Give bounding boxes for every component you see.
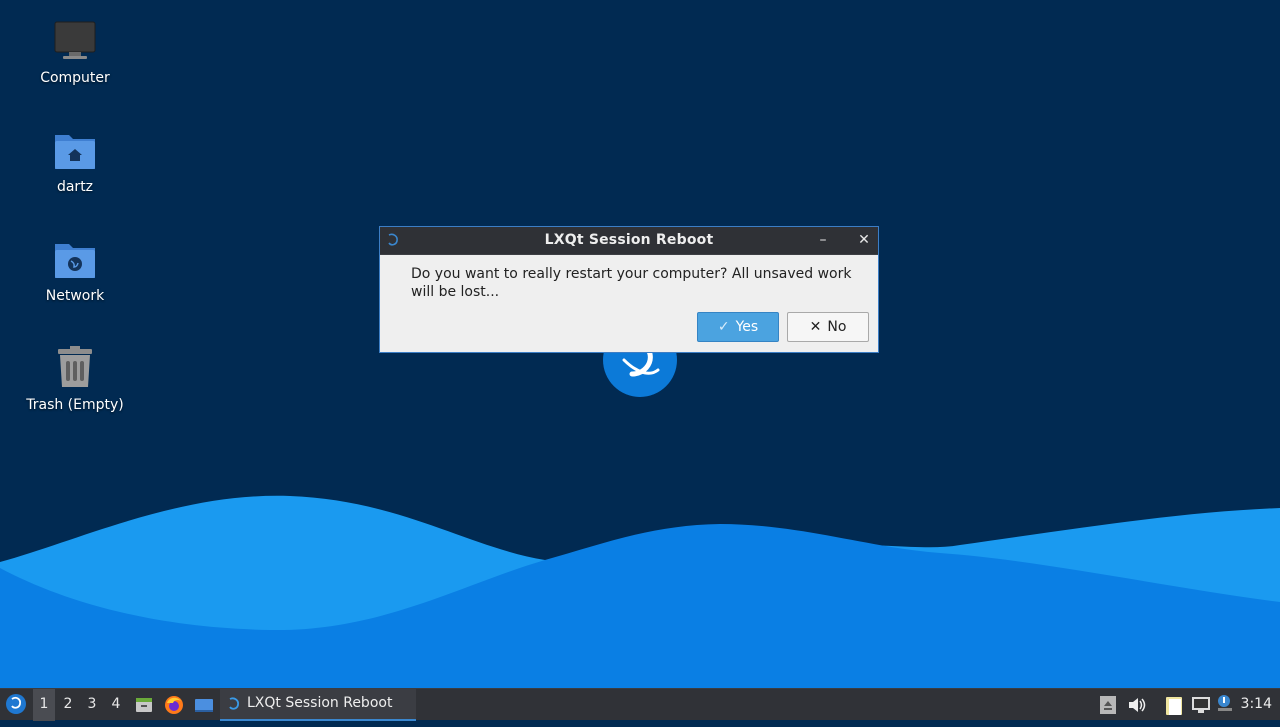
tray-volume[interactable] <box>1126 689 1148 721</box>
task-button-session-reboot[interactable]: LXQt Session Reboot <box>220 689 416 721</box>
clock[interactable]: 3:14 <box>1241 696 1272 712</box>
tray-clipboard[interactable] <box>1163 689 1185 721</box>
dialog-message: Do you want to really restart your compu… <box>411 266 852 300</box>
desktop-switch-2[interactable]: 2 <box>57 689 79 721</box>
eject-icon <box>1100 696 1116 714</box>
update-notifier-icon <box>1218 695 1232 711</box>
tray-removable-media[interactable] <box>1098 689 1118 721</box>
desktop-icon-label: Computer <box>40 70 110 86</box>
start-menu-button[interactable] <box>2 689 30 721</box>
task-button-label: LXQt Session Reboot <box>247 695 393 711</box>
dialog-title: LXQt Session Reboot <box>544 232 714 248</box>
computer-icon <box>51 18 99 66</box>
desktop[interactable]: Computer dartz Network Trash (Empty) LXQ… <box>0 0 1280 688</box>
volume-icon <box>1129 698 1146 712</box>
tray-network[interactable] <box>1190 689 1212 721</box>
desktop-switch-4[interactable]: 4 <box>105 689 127 721</box>
network-folder-icon <box>51 236 99 284</box>
minimize-button[interactable]: – <box>812 230 834 250</box>
desktop-icon-computer[interactable]: Computer <box>20 18 130 86</box>
firefox-icon <box>165 696 183 714</box>
desktop-switch-3[interactable]: 3 <box>81 689 103 721</box>
desktop-switch-1[interactable]: 1 <box>33 689 55 721</box>
desktop-icon-network[interactable]: Network <box>20 236 130 304</box>
no-button-label: No <box>827 319 847 335</box>
file-manager-launcher[interactable] <box>132 689 156 721</box>
home-folder-icon <box>51 127 99 175</box>
tray-updates[interactable] <box>1215 689 1235 721</box>
network-wired-icon <box>1192 697 1210 713</box>
show-desktop-icon <box>195 699 213 712</box>
desktop-icon-label: dartz <box>56 179 94 195</box>
yes-button[interactable]: ✓ Yes <box>697 312 779 342</box>
lubuntu-menu-icon <box>6 694 26 714</box>
lxqt-app-icon <box>229 697 240 710</box>
firefox-launcher[interactable] <box>162 689 186 721</box>
close-button[interactable]: ✕ <box>853 230 875 250</box>
file-manager-icon <box>136 698 152 712</box>
check-icon: ✓ <box>717 319 730 335</box>
desktop-icon-home-folder[interactable]: dartz <box>20 127 130 195</box>
dialog-titlebar[interactable]: LXQt Session Reboot – ✕ <box>380 227 878 255</box>
desktop-icon-label: Trash (Empty) <box>26 397 124 413</box>
show-desktop-launcher[interactable] <box>192 689 216 721</box>
reboot-dialog: LXQt Session Reboot – ✕ Do you want to r… <box>379 226 879 353</box>
desktop-icon-trash[interactable]: Trash (Empty) <box>20 345 130 413</box>
no-button[interactable]: ✕ No <box>787 312 869 342</box>
clipboard-icon <box>1166 697 1182 715</box>
yes-button-label: Yes <box>735 319 759 335</box>
desktop-icon-label: Network <box>45 288 105 304</box>
trash-icon <box>51 345 99 393</box>
taskbar: 1 2 3 4 LXQt Session Reboot 3:14 <box>0 688 1280 721</box>
x-icon: ✕ <box>809 319 822 335</box>
